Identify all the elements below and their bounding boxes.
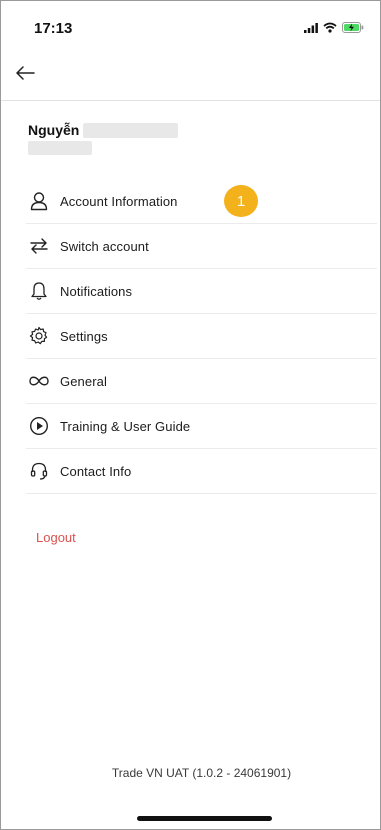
menu-item-label: Settings [60, 328, 108, 344]
gear-icon [27, 324, 51, 348]
signal-icon [304, 20, 318, 38]
redacted-name-block [83, 122, 179, 138]
menu-item-label: Notifications [60, 283, 133, 299]
home-indicator[interactable] [137, 816, 272, 821]
profile-name: Nguyễn [28, 122, 80, 138]
headset-icon [27, 459, 51, 483]
logout-button[interactable]: Logout [36, 530, 76, 545]
annotation-badge: 1 [224, 185, 258, 217]
switch-arrows-icon [27, 234, 51, 258]
menu-item-label: General [60, 373, 107, 389]
wifi-icon [323, 20, 337, 38]
nav-header [1, 53, 380, 101]
menu-item-contact-info[interactable]: Contact Info [26, 449, 377, 494]
bell-icon [27, 279, 51, 303]
profile-section: Nguyễn [28, 119, 358, 155]
profile-name-row: Nguyễn [28, 119, 358, 141]
menu-list: Account Information 1 Switch account Not… [26, 179, 377, 494]
status-icons [304, 20, 364, 38]
infinity-icon [27, 369, 51, 393]
app-version: Trade VN UAT (1.0.2 - 24061901) [111, 766, 292, 780]
menu-item-general[interactable]: General [26, 359, 377, 404]
redacted-account-block [28, 141, 92, 155]
menu-item-label: Contact Info [60, 463, 132, 479]
status-bar: 17:13 [1, 1, 380, 49]
menu-item-label: Account Information [60, 193, 178, 209]
battery-charging-icon [342, 20, 364, 38]
menu-item-settings[interactable]: Settings [26, 314, 377, 359]
status-time: 17:13 [34, 20, 73, 37]
user-icon [27, 189, 51, 213]
menu-item-label: Switch account [60, 238, 149, 254]
menu-item-label: Training & User Guide [60, 418, 191, 434]
play-circle-icon [27, 414, 51, 438]
menu-item-training-user-guide[interactable]: Training & User Guide [26, 404, 377, 449]
back-button[interactable] [11, 61, 39, 89]
arrow-left-icon [15, 65, 35, 86]
menu-item-switch-account[interactable]: Switch account [26, 224, 377, 269]
app-screen: 17:13 Nguyễn Account Information 1 Switc… [0, 0, 381, 830]
menu-item-account-information[interactable]: Account Information 1 [26, 179, 377, 224]
menu-item-notifications[interactable]: Notifications [26, 269, 377, 314]
